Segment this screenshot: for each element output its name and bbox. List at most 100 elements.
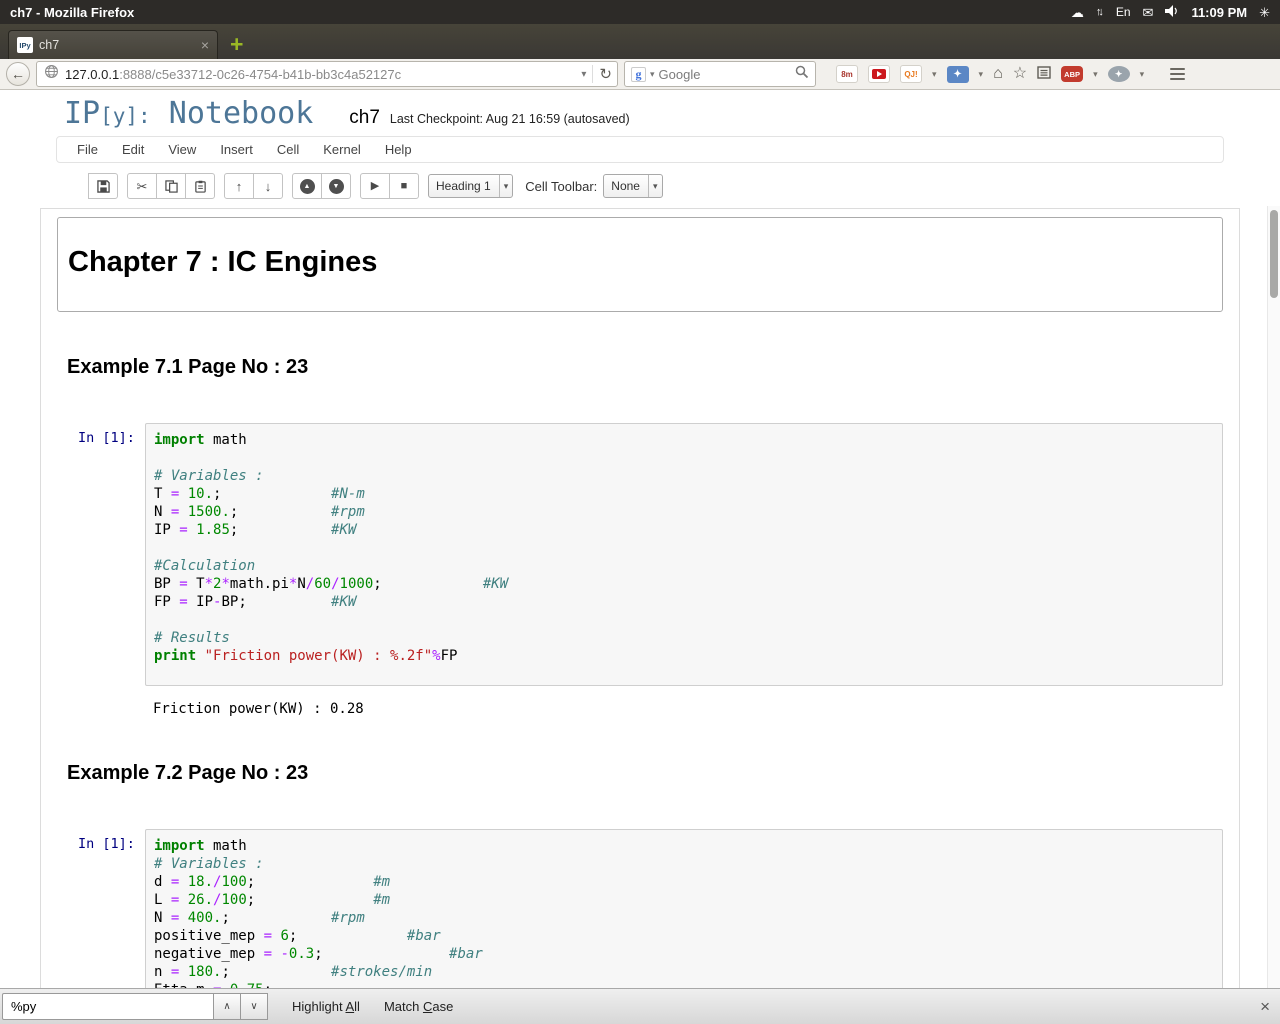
- adblock-dropdown-icon[interactable]: ▾: [1093, 69, 1098, 80]
- highlight-all-button[interactable]: Highlight All: [292, 999, 360, 1014]
- cell-toolbar-label: Cell Toolbar:: [525, 178, 598, 194]
- menu-view[interactable]: View: [156, 142, 208, 157]
- menu-kernel[interactable]: Kernel: [311, 142, 373, 157]
- code-token: ;: [213, 486, 332, 502]
- arrow-up-icon: ↑: [235, 178, 243, 194]
- scrollbar-thumb[interactable]: [1270, 210, 1278, 298]
- system-indicators: ☁ ↑↓ En ✉ 11:09 PM ✳: [1071, 5, 1270, 20]
- code-token: negative_mep: [154, 946, 264, 962]
- code-token: =: [263, 946, 273, 962]
- keyboard-layout-indicator[interactable]: En: [1116, 6, 1131, 18]
- interrupt-kernel-button[interactable]: ■: [389, 173, 419, 199]
- circle-up-icon: ▲: [299, 178, 315, 194]
- cell-type-select[interactable]: Heading 1 ▾: [428, 174, 514, 198]
- adblock-plus-icon[interactable]: ABP: [1061, 66, 1084, 82]
- logo-text: IP: [64, 96, 101, 131]
- code-token: #strokes/min: [331, 964, 433, 980]
- volume-icon[interactable]: [1165, 5, 1179, 19]
- code-line: import math: [154, 837, 1214, 855]
- example-7-2-heading[interactable]: Example 7.2 Page No : 23: [67, 762, 1223, 785]
- code-line: BP = T*2*math.pi*N/60/1000; #KW: [154, 575, 1214, 593]
- find-input[interactable]: [2, 993, 214, 1020]
- search-engine-label: Google: [658, 66, 701, 82]
- find-next-button[interactable]: ∨: [240, 993, 268, 1020]
- ipython-logo[interactable]: IP[y]: Notebook: [64, 96, 313, 136]
- find-close-icon[interactable]: ×: [1260, 998, 1270, 1015]
- code-line: Etta_m = 0.75;: [154, 981, 1214, 988]
- code-token: 60: [314, 576, 332, 592]
- mail-icon[interactable]: ✉: [1143, 6, 1154, 19]
- example-7-1-heading[interactable]: Example 7.1 Page No : 23: [67, 356, 1223, 379]
- cut-cell-button[interactable]: ✂: [127, 173, 157, 199]
- code-token: 1500.: [187, 504, 230, 520]
- extension-8m-icon[interactable]: 8m: [836, 65, 858, 83]
- circle-down-icon: ▼: [328, 178, 344, 194]
- menu-hamburger-icon[interactable]: [1170, 67, 1186, 81]
- find-previous-button[interactable]: ∧: [213, 993, 241, 1020]
- search-engine-dropdown-icon[interactable]: ▾: [650, 69, 655, 80]
- search-bar[interactable]: g ▾ Google: [624, 61, 816, 87]
- extension-dropdown-icon[interactable]: ▾: [979, 69, 984, 80]
- menu-cell[interactable]: Cell: [265, 142, 311, 157]
- menu-help[interactable]: Help: [373, 142, 424, 157]
- code-token: /: [305, 576, 315, 592]
- code-token: BP;: [221, 594, 332, 610]
- bookmarks-menu-icon[interactable]: [1037, 65, 1051, 83]
- code-token: "Friction power(KW) : %.2f": [204, 648, 433, 664]
- code-editor[interactable]: import math # Variables :d = 18./100; #m L…: [145, 829, 1223, 988]
- addon-icon[interactable]: ✦: [1107, 66, 1130, 82]
- url-history-dropdown-icon[interactable]: ▾: [581, 69, 586, 80]
- code-token: # Variables :: [154, 856, 264, 872]
- match-case-button[interactable]: Match Case: [384, 999, 453, 1014]
- cloud-icon[interactable]: ☁: [1071, 6, 1084, 19]
- code-token: T: [154, 486, 171, 502]
- paste-cell-button[interactable]: [185, 173, 215, 199]
- google-engine-icon[interactable]: g: [631, 66, 646, 82]
- code-token: /: [331, 576, 340, 592]
- chapter-heading: Chapter 7 : IC Engines: [68, 246, 378, 278]
- extension-icon[interactable]: ✦: [946, 65, 969, 83]
- code-editor[interactable]: import math # Variables :T = 10.; #N-m N =…: [145, 423, 1223, 686]
- move-cell-up-button[interactable]: ↑: [224, 173, 254, 199]
- extension-dropdown-icon[interactable]: ▾: [932, 69, 937, 80]
- code-token: ;: [314, 946, 450, 962]
- insert-cell-below-button[interactable]: ▼: [321, 173, 351, 199]
- network-sync-icon[interactable]: ↑↓: [1096, 6, 1104, 18]
- addon-strip: 8m QJ! ▾ ✦ ▾ ⌂ ☆ ABP ▾ ✦ ▾: [822, 65, 1274, 83]
- new-tab-button[interactable]: +: [230, 33, 243, 56]
- menu-file[interactable]: File: [65, 142, 110, 157]
- back-button[interactable]: ←: [6, 62, 30, 86]
- site-identity-globe-icon[interactable]: [44, 64, 59, 84]
- insert-cell-above-button[interactable]: ▲: [292, 173, 322, 199]
- save-button[interactable]: [88, 173, 118, 199]
- addon-dropdown-icon[interactable]: ▾: [1140, 69, 1145, 80]
- youtube-icon[interactable]: [868, 65, 890, 83]
- reload-icon[interactable]: ↻: [592, 65, 612, 83]
- code-token: N: [297, 576, 306, 592]
- home-icon[interactable]: ⌂: [993, 66, 1003, 82]
- move-cell-down-button[interactable]: ↓: [253, 173, 283, 199]
- notebook-title[interactable]: ch7: [349, 107, 380, 129]
- menu-insert[interactable]: Insert: [208, 142, 265, 157]
- browser-tab-ch7[interactable]: IPy ch7 ×: [8, 30, 218, 59]
- code-token: IP: [187, 594, 214, 610]
- menu-edit[interactable]: Edit: [110, 142, 156, 157]
- search-icon[interactable]: [795, 65, 809, 84]
- extension-qj-icon[interactable]: QJ!: [900, 65, 922, 83]
- find-toolbar: ∧ ∨ Highlight All Match Case ×: [0, 988, 1280, 1024]
- code-token: # Variables :: [154, 468, 264, 484]
- run-cell-button[interactable]: ▶: [360, 173, 390, 199]
- copy-cell-button[interactable]: [156, 173, 186, 199]
- clock[interactable]: 11:09 PM: [1191, 5, 1247, 20]
- heading-cell-selected[interactable]: Chapter 7 : IC Engines: [57, 217, 1223, 312]
- code-token: 400.: [187, 910, 222, 926]
- code-token: *: [204, 576, 214, 592]
- copy-icon: [164, 179, 178, 193]
- scrollbar[interactable]: [1267, 206, 1280, 988]
- session-gear-icon[interactable]: ✳: [1259, 6, 1270, 19]
- tab-close-icon[interactable]: ×: [201, 37, 209, 53]
- cell-toolbar-select[interactable]: None ▾: [603, 174, 663, 198]
- bookmark-star-icon[interactable]: ☆: [1013, 66, 1027, 82]
- url-bar[interactable]: 127.0.0.1:8888/c5e33712-0c26-4754-b41b-b…: [36, 61, 618, 87]
